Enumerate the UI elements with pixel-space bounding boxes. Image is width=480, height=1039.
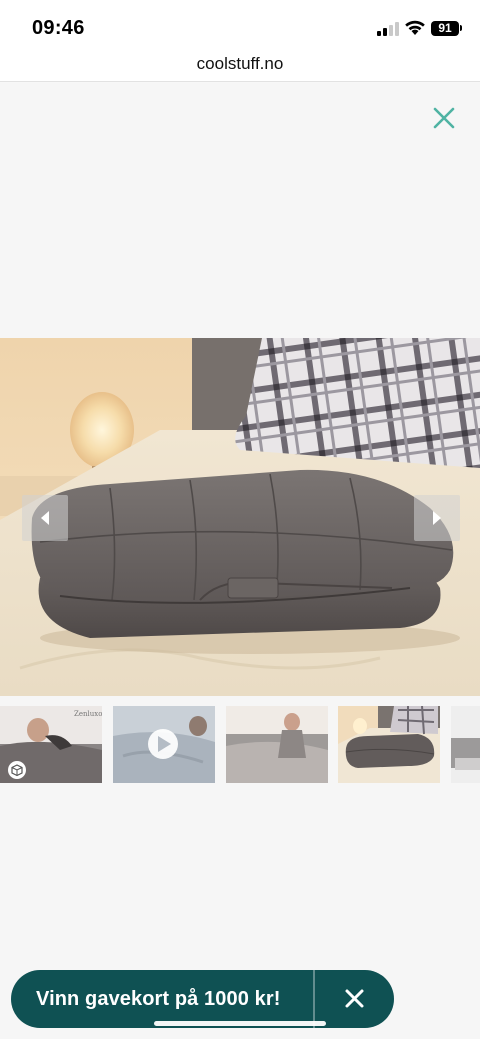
promo-banner[interactable]: Vinn gavekort på 1000 kr! — [11, 970, 394, 1028]
main-product-image[interactable] — [0, 338, 480, 696]
thumb-blanket-on-bed-image — [338, 706, 440, 783]
promo-label[interactable]: Vinn gavekort på 1000 kr! — [36, 970, 280, 1028]
close-icon — [433, 107, 455, 129]
status-time: 09:46 — [32, 17, 85, 39]
thumbnail-3[interactable] — [226, 706, 328, 783]
gallery-close-button[interactable] — [428, 102, 460, 134]
thumbnail-2-video[interactable] — [113, 706, 215, 783]
battery-tip — [460, 25, 462, 31]
chevron-left-icon — [41, 511, 49, 525]
thumb-woman-on-sofa-image — [226, 706, 328, 783]
thumbnail-5-partial[interactable] — [451, 706, 480, 783]
browser-address-bar[interactable]: coolstuff.no — [0, 48, 480, 82]
thumb-video-image — [113, 706, 215, 783]
thumb-watermark: Zenluxo — [74, 710, 102, 718]
cube-3d-icon — [8, 761, 26, 779]
close-icon — [345, 989, 364, 1008]
status-bar: 09:46 91 — [0, 0, 480, 48]
product-gallery: Zenluxo Vinn gavekort på 1000 kr! — [0, 83, 480, 1039]
battery-level: 91 — [438, 21, 452, 35]
promo-close-button[interactable] — [315, 970, 394, 1028]
url-text: coolstuff.no — [196, 54, 284, 73]
thumbnail-strip: Zenluxo — [0, 706, 480, 784]
thumbnail-1[interactable]: Zenluxo — [0, 706, 102, 783]
gallery-prev-button[interactable] — [22, 495, 68, 541]
home-indicator — [154, 1021, 326, 1026]
gallery-next-button[interactable] — [414, 495, 460, 541]
battery-icon: 91 — [431, 21, 459, 36]
weighted-blanket-image — [0, 338, 480, 696]
wifi-icon — [405, 20, 425, 35]
thumbnail-4-selected[interactable] — [338, 706, 440, 783]
signal-icon — [377, 22, 399, 36]
chevron-right-icon — [433, 511, 441, 525]
thumb-partial-image — [451, 706, 480, 783]
